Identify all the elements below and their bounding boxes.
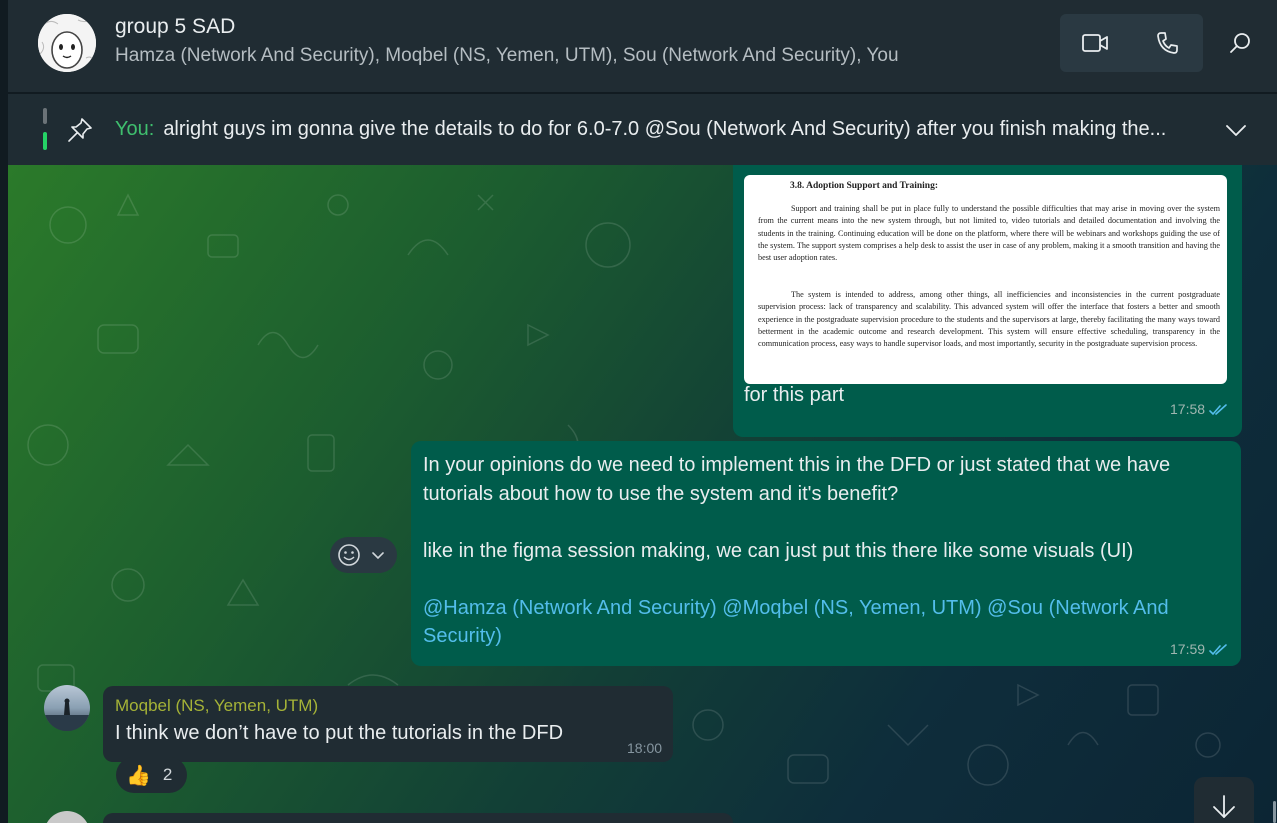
voice-call-button[interactable]: [1132, 14, 1202, 72]
thumbs-up-icon: 👍: [126, 764, 151, 787]
document-image-preview[interactable]: 3.8. Adoption Support and Training: Supp…: [744, 175, 1227, 384]
message-text: I think we don’t have to put the tutoria…: [115, 722, 564, 744]
pinned-message-content: alright guys im gonna give the details t…: [163, 118, 1167, 140]
video-call-button[interactable]: [1060, 14, 1130, 72]
message-time: 17:59: [1170, 641, 1206, 657]
pinned-message-text: You: alright guys im gonna give the detai…: [115, 118, 1205, 141]
group-avatar-icon: [38, 14, 96, 72]
incoming-message[interactable]: [103, 813, 733, 823]
message-time: 17:58: [1170, 401, 1206, 417]
avatar[interactable]: [44, 685, 90, 731]
incoming-message[interactable]: Moqbel (NS, Yemen, UTM) I think we don’t…: [103, 686, 673, 762]
arrow-down-icon: [1213, 795, 1235, 818]
chat-members-list[interactable]: Hamza (Network And Security), Moqbel (NS…: [115, 45, 899, 67]
voice-call-icon: [1157, 32, 1178, 54]
message-time: 18:00: [627, 740, 663, 756]
message-sender-name[interactable]: Moqbel (NS, Yemen, UTM): [115, 696, 318, 716]
outgoing-message[interactable]: In your opinions do we need to implement…: [411, 441, 1241, 666]
outgoing-message-document[interactable]: 3.8. Adoption Support and Training: Supp…: [733, 165, 1242, 437]
mention-link[interactable]: @Moqbel (NS, Yemen, UTM): [722, 597, 981, 619]
search-button[interactable]: [1223, 24, 1257, 62]
reaction-chip[interactable]: 👍 2: [116, 757, 187, 793]
scrollbar-thumb[interactable]: [1273, 801, 1276, 823]
mention-line: @Hamza (Network And Security) @Moqbel (N…: [423, 594, 1223, 651]
read-receipt-icon: [1209, 404, 1227, 416]
mention-link[interactable]: @Hamza (Network And Security): [423, 597, 717, 619]
group-avatar[interactable]: [38, 14, 96, 72]
avatar-image: [44, 698, 90, 731]
chat-title[interactable]: group 5 SAD: [115, 15, 235, 39]
document-heading: 3.8. Adoption Support and Training:: [790, 181, 939, 191]
message-list[interactable]: 3.8. Adoption Support and Training: Supp…: [8, 165, 1277, 823]
emoji-icon: [338, 544, 384, 566]
pinned-message-sender: You:: [115, 118, 155, 140]
reaction-count: 2: [162, 765, 173, 784]
reaction-picker-button[interactable]: [330, 537, 397, 573]
message-line: In your opinions do we need to implement…: [423, 454, 1171, 505]
document-paragraph: The system is intended to address, among…: [758, 290, 1220, 349]
message-line: like in the figma session making, we can…: [423, 539, 1134, 562]
pin-icon: [68, 118, 92, 142]
chevron-down-icon[interactable]: [1224, 118, 1248, 142]
read-receipt-icon: [1209, 644, 1227, 656]
chat-header: group 5 SAD Hamza (Network And Security)…: [8, 0, 1277, 92]
pinned-message-bar[interactable]: You: alright guys im gonna give the detai…: [8, 94, 1277, 165]
scroll-to-bottom-button[interactable]: [1194, 777, 1254, 823]
search-icon: [1230, 33, 1250, 53]
message-text: In your opinions do we need to implement…: [423, 451, 1223, 651]
document-paragraph: Support and training shall be put in pla…: [758, 204, 1220, 263]
message-text: for this part: [744, 384, 845, 406]
video-call-icon: [1082, 34, 1108, 52]
call-buttons-group: [1060, 14, 1203, 72]
